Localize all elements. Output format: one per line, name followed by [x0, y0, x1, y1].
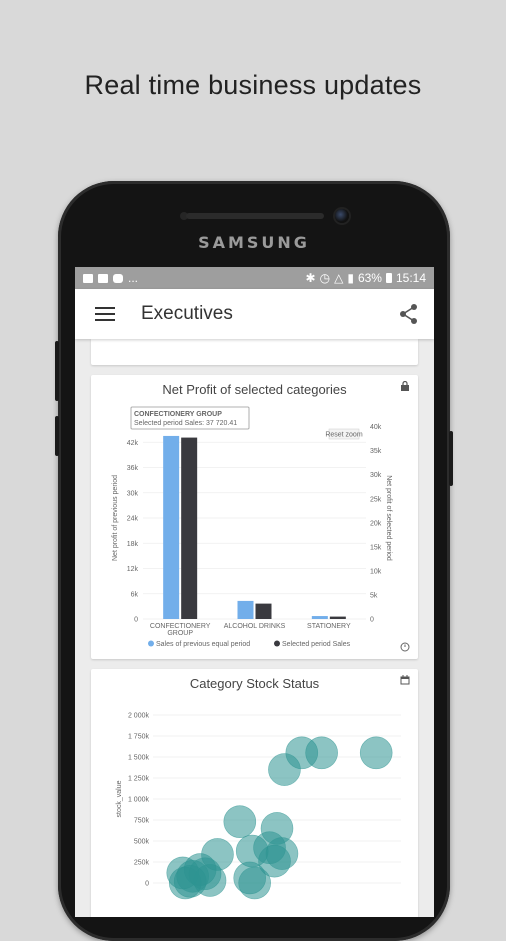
- brand-logo: SAMSUNG: [198, 233, 310, 252]
- stock-status-chart[interactable]: 0 250k 500k 750k 1 000k 1 250k 1 500k 1 750k 2 0…: [91, 691, 418, 917]
- y-tick-label: 42k: [127, 440, 139, 447]
- bar-selected-period: [181, 437, 198, 619]
- legend-marker: [274, 640, 280, 647]
- y-tick-label: 1 750k: [128, 734, 150, 741]
- dashboard-content: Net Profit of selected categories 0 6k 12k…: [75, 339, 434, 917]
- y2-tick-label: 25k: [370, 496, 382, 503]
- y-axis-title: stock_value: [116, 780, 123, 817]
- status-bar: ... ✱ ◷ △ ▮ 63% 15:14: [75, 267, 434, 289]
- bixby-button: [55, 416, 59, 456]
- calendar-icon[interactable]: [400, 675, 410, 685]
- y2-tick-label: 30k: [370, 472, 382, 479]
- y2-axis-title: Net profit of selected period: [385, 475, 392, 561]
- y-tick-label: 750k: [134, 818, 150, 825]
- alarm-icon: ◷: [319, 271, 331, 285]
- headline: Real time business updates: [84, 70, 422, 100]
- y-tick-label: 6k: [131, 591, 139, 598]
- tooltip-text: Selected period Sales: 37 720.41: [134, 420, 237, 427]
- youtube-icon: [113, 273, 123, 283]
- y2-tick-label: 40k: [370, 424, 382, 431]
- y-tick-label: 1 500k: [128, 755, 150, 762]
- x-tick-label: STATIONERY: [307, 623, 351, 630]
- y-tick-label: 500k: [134, 839, 150, 846]
- net-profit-card[interactable]: Net Profit of selected categories 0 6k 12k…: [91, 375, 418, 659]
- clock: 15:14: [395, 271, 426, 285]
- y-axis-title: Net profit of previous period: [112, 475, 119, 561]
- bar-previous-period: [163, 435, 180, 619]
- wifi-icon: △: [334, 271, 344, 285]
- y-tick-label: 0: [134, 617, 138, 624]
- y2-tick-label: 35k: [370, 448, 382, 455]
- volume-button: [55, 341, 59, 401]
- legend-label: Sales of previous equal period: [156, 641, 250, 648]
- y-tick-label: 12k: [127, 566, 139, 573]
- x-tick-label: ALCOHOL DRINKS: [224, 623, 286, 630]
- y-tick-label: 30k: [127, 490, 139, 497]
- front-camera: [335, 209, 349, 223]
- y-tick-label: 250k: [134, 860, 150, 867]
- refresh-icon[interactable]: [400, 642, 410, 652]
- legend-label: Selected period Sales: [282, 641, 351, 648]
- signal-icon: ▮: [347, 271, 354, 285]
- y2-tick-label: 5k: [370, 592, 378, 599]
- y-tick-label: 24k: [127, 516, 139, 523]
- y-tick-label: 18k: [127, 541, 139, 548]
- reset-zoom-label: Reset zoom: [325, 432, 363, 439]
- bar-previous-period: [237, 600, 254, 619]
- y2-tick-label: 10k: [370, 568, 382, 575]
- notification-icon: [83, 273, 93, 283]
- bar-selected-period: [329, 616, 346, 619]
- net-profit-chart[interactable]: 0 6k 12k 18k 24k 30k 36k 42k 0 5k 10k 15k 20k 25k 30k 3…: [91, 397, 418, 655]
- more-notifications: ...: [128, 271, 139, 285]
- battery-icon: [385, 273, 392, 283]
- y2-tick-label: 0: [370, 617, 374, 624]
- scatter-point: [188, 857, 222, 891]
- stock-status-title: Category Stock Status: [189, 676, 320, 691]
- scatter-point: [258, 844, 291, 878]
- bar-selected-period: [255, 603, 272, 619]
- scatter-point: [359, 736, 393, 770]
- app-bar: Executives: [75, 289, 434, 339]
- power-button: [449, 431, 453, 486]
- bluetooth-icon: ✱: [305, 271, 316, 285]
- share-icon[interactable]: [398, 303, 420, 325]
- lock-icon[interactable]: [400, 381, 410, 391]
- previous-card: [91, 339, 418, 365]
- phone-frame: SAMSUNG ... ✱ ◷ △ ▮ 63% 15:14 Executives…: [55, 181, 453, 941]
- scatter-point: [305, 736, 338, 770]
- menu-icon[interactable]: [95, 307, 115, 321]
- y2-tick-label: 20k: [370, 520, 382, 527]
- x-tick-label: CONFECTIONERY: [150, 623, 211, 630]
- y-tick-label: 2 000k: [128, 713, 150, 720]
- gallery-icon: [98, 273, 108, 283]
- battery-percent: 63%: [357, 271, 382, 285]
- x-tick-label: GROUP: [167, 630, 193, 637]
- y-tick-label: 0: [145, 881, 149, 888]
- app-title: Executives: [141, 303, 233, 324]
- y-tick-label: 1 000k: [128, 797, 150, 804]
- phone-screen: ... ✱ ◷ △ ▮ 63% 15:14 Executives Net Pro…: [75, 267, 434, 917]
- earpiece-speaker: [186, 213, 324, 219]
- net-profit-title: Net Profit of selected categories: [162, 382, 347, 397]
- y-tick-label: 36k: [127, 465, 139, 472]
- y-tick-label: 1 250k: [128, 776, 150, 783]
- legend-marker: [148, 640, 154, 647]
- stock-status-card[interactable]: Category Stock Status 0 250k 500k 750k 1 000…: [91, 669, 418, 917]
- scatter-point: [223, 805, 257, 838]
- tooltip-title: CONFECTIONERY GROUP: [134, 411, 222, 418]
- y2-tick-label: 15k: [370, 544, 382, 551]
- bar-previous-period: [311, 616, 328, 619]
